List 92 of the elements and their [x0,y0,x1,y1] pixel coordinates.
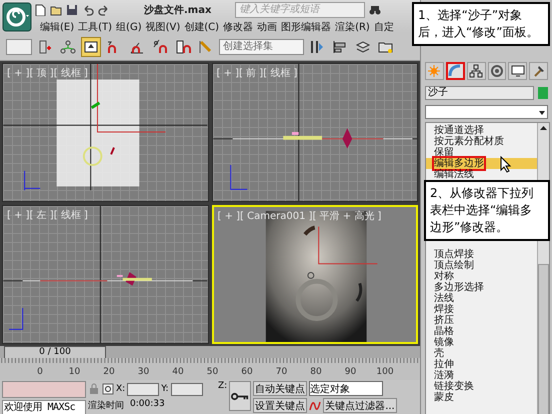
tick-label: 50 [206,367,218,377]
z-label: Z: [218,381,228,393]
new-file-icon[interactable] [34,4,46,16]
modifier-list-item[interactable]: 挤压 [426,315,537,326]
tick-label: 90 [344,367,356,377]
modifier-list-item[interactable]: 顶点焊接 [426,249,537,260]
x-label: X: [116,384,126,394]
filter-dropdown[interactable] [6,39,32,55]
modifier-list-item[interactable]: 镜像 [426,337,537,348]
hierarchy-icon [60,39,76,55]
tick-label: 0 [37,367,43,377]
modifier-list-item[interactable]: 对称 [426,271,537,282]
align-icon [332,39,348,55]
undo-icon[interactable] [82,4,94,16]
color-swatch[interactable] [538,87,548,99]
modifier-list-item[interactable]: 晶格 [426,326,537,337]
hammer-icon [532,64,546,78]
menu-item[interactable]: 视图(V) [146,20,180,34]
menu-item[interactable]: 渲染(R) [335,20,370,34]
modifier-list-item[interactable]: 法线 [426,293,537,304]
curve-icon[interactable] [309,400,322,412]
modifier-list-item[interactable]: 涟漪 [426,370,537,381]
y-label: Y: [161,384,169,394]
modifier-list-item[interactable]: 壳 [426,348,537,359]
curve-icon [448,64,462,78]
modifier-list-item[interactable]: 顶点绘制 [426,260,537,271]
menu-item[interactable]: 编辑(E) [40,20,74,34]
menu-item[interactable]: 工具(T) [78,20,112,34]
tick-label: 10 [68,367,80,377]
auto-key-button[interactable]: 自动关键点 [253,381,308,396]
tick-label: 100 [376,367,394,377]
menu-item[interactable]: 修改器 [223,20,254,34]
panel-tab[interactable] [529,62,548,80]
key-icon [231,392,250,400]
panel-tab[interactable] [466,62,486,80]
modifier-list-item[interactable]: 保留 [426,147,537,158]
object-name-field[interactable]: 沙子 [425,86,534,100]
modifier-list-item[interactable]: 按元素分配材质 [426,136,537,147]
tick-label: 40 [172,367,184,377]
modifier-list-item[interactable]: 拉伸 [426,359,537,370]
select-object-icon [83,39,99,55]
key-filters-button[interactable]: 关键点过滤器... [323,398,397,413]
y-coordinate-field[interactable] [170,382,203,396]
save-icon[interactable] [66,4,78,16]
menu-item[interactable]: 动画 [257,20,278,34]
timeline-ruler[interactable]: 0 10 20 30 40 50 60 70 80 90 100 [0,358,420,380]
menu-item[interactable]: 组(G) [116,20,142,34]
script-input-field[interactable] [2,381,86,398]
tick-label: 80 [310,367,322,377]
modifier-list-item[interactable]: 编辑多边形 [426,158,537,169]
key-button[interactable] [229,381,252,411]
modifier-list-item[interactable]: 蒙皮 [426,392,537,403]
modifier-list-item[interactable]: 编辑法线 [426,169,537,180]
callout-tooltip: 1、选择“沙子”对象后，进入“修改”面板。 [412,2,550,46]
callout-tooltip: 2、从修改器下拉列表栏中选择“编辑多边形”修改器。 [424,180,550,241]
redo-icon[interactable] [98,4,110,16]
sun-icon [427,64,442,78]
modifier-list-dropdown[interactable] [425,105,548,119]
time-slider-thumb[interactable]: 0 / 100 [4,346,106,358]
set-key-button[interactable]: 设置关键点 [253,398,308,413]
x-coordinate-field[interactable] [127,382,160,396]
menu-item[interactable]: 创建(C) [184,20,220,34]
tick-label: 60 [241,367,253,377]
cursor-icon [500,156,512,173]
app-logo-icon[interactable] [2,2,32,32]
open-folder-icon[interactable] [50,4,62,16]
percent-snap-icon [152,39,168,55]
window-title: 沙盘文件.max [144,4,212,17]
render-time-label: 渲染时间 [88,400,124,412]
tick-label: 20 [103,367,115,377]
modifier-list-item[interactable]: 焊接 [426,304,537,315]
menu-item[interactable]: 自定 [374,20,394,34]
binoculars-icon[interactable] [369,4,382,16]
modifier-list-item[interactable]: 多边形选择 [426,282,537,293]
link-icon [37,39,53,55]
tick-label: 70 [276,367,288,377]
key-mode-dropdown[interactable]: 选定对象 [309,381,384,396]
monitor-icon [510,64,525,78]
spinner-snap-icon [175,39,191,55]
selection-set-dropdown[interactable]: 创建选择集 [219,39,304,55]
menu-item[interactable]: 图形编辑器 [281,20,332,34]
panel-tab[interactable] [508,62,528,80]
layers-icon [355,39,371,55]
tick-label: 30 [138,367,150,377]
modifier-list-item[interactable]: 链接变换 [426,381,537,392]
render-time-value: 0:00:33 [130,399,165,411]
mirror-icon [309,39,325,55]
pencil-icon [198,39,214,55]
select-object-button[interactable] [81,37,101,57]
script-output-field[interactable]: 欢迎使用 MAXSc [2,400,86,414]
hierarchy-icon [469,64,484,78]
modifier-list-item[interactable]: 按通道选择 [426,125,537,136]
